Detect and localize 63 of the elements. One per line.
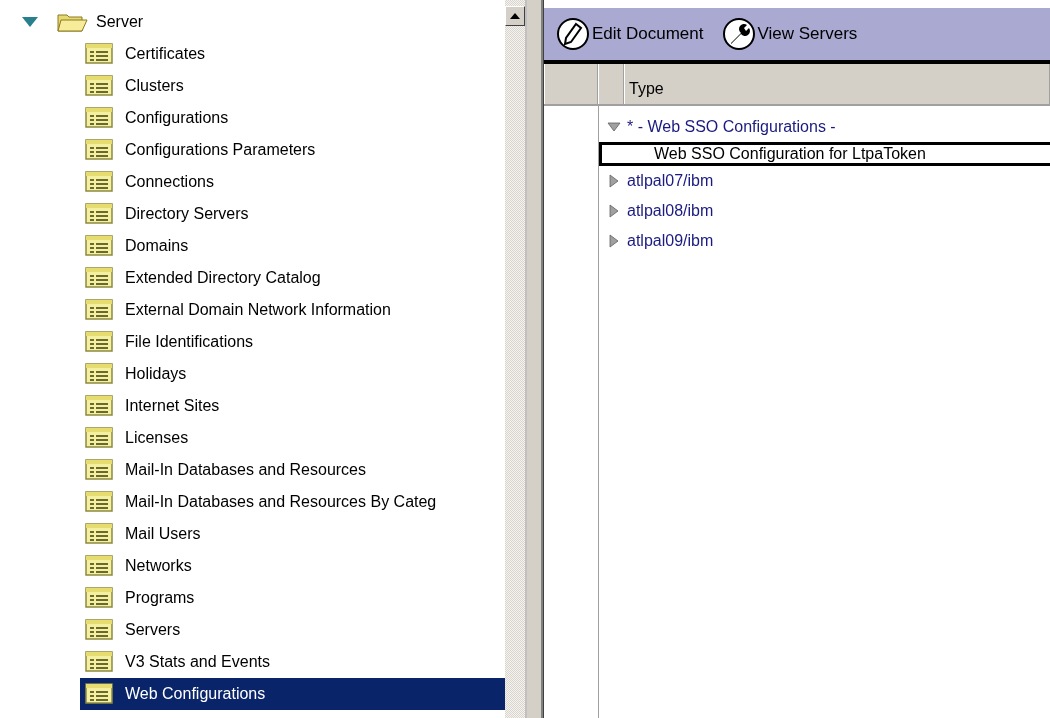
collapsed-triangle-icon[interactable] [607, 234, 621, 248]
column-header[interactable]: Type [629, 80, 664, 98]
tree-item[interactable]: Holidays [80, 358, 505, 390]
view-icon [85, 363, 115, 385]
collapsed-triangle-icon[interactable] [607, 174, 621, 188]
tree-item[interactable]: Licenses [80, 422, 505, 454]
view-icon [85, 203, 115, 225]
tree-item[interactable]: V3 Stats and Events [80, 646, 505, 678]
tree-item[interactable]: External Domain Network Information [80, 294, 505, 326]
expanded-triangle-icon[interactable] [20, 15, 40, 29]
tree-item[interactable]: Configurations [80, 102, 505, 134]
scrollbar[interactable] [505, 0, 525, 718]
tree-item[interactable]: Directory Servers [80, 198, 505, 230]
tree-item[interactable]: Mail Users [80, 518, 505, 550]
document-row[interactable]: Web SSO Configuration for LtpaToken [599, 142, 1050, 166]
tree-item[interactable]: Certificates [80, 38, 505, 70]
view-icon [85, 139, 115, 161]
tree-item[interactable]: Mail-In Databases and Resources [80, 454, 505, 486]
tree-item[interactable]: Configurations Parameters [80, 134, 505, 166]
tree-item[interactable]: Mail-In Databases and Resources By Categ [80, 486, 505, 518]
tree-item[interactable]: Clusters [80, 70, 505, 102]
view-icon [85, 619, 115, 641]
category-row[interactable]: atlpal09/ibm [627, 232, 714, 250]
view-icon [85, 491, 115, 513]
wrench-icon [721, 17, 756, 51]
tree-item[interactable]: Connections [80, 166, 505, 198]
tree-item[interactable]: Internet Sites [80, 390, 505, 422]
tree-item[interactable]: Programs [80, 582, 505, 614]
tree-item[interactable]: Extended Directory Catalog [80, 262, 505, 294]
action-button[interactable]: View Servers [721, 17, 858, 51]
tree-item[interactable]: Web Configurations [80, 678, 505, 710]
view-icon [85, 235, 115, 257]
view-icon [85, 683, 115, 705]
view-icon [85, 523, 115, 545]
view-icon [85, 331, 115, 353]
category-row[interactable]: atlpal07/ibm [627, 172, 714, 190]
view-icon [85, 587, 115, 609]
scroll-up-button[interactable] [505, 6, 525, 26]
collapsed-triangle-icon[interactable] [607, 204, 621, 218]
view-icon [85, 43, 115, 65]
view-icon [85, 427, 115, 449]
view-icon [85, 171, 115, 193]
view-icon [85, 75, 115, 97]
view-icon [85, 299, 115, 321]
view-icon [85, 267, 115, 289]
tree-item[interactable]: Domains [80, 230, 505, 262]
tree-item[interactable]: Server [96, 13, 144, 31]
tree-item[interactable]: File Identifications [80, 326, 505, 358]
view-icon [85, 555, 115, 577]
tree-item[interactable]: Networks [80, 550, 505, 582]
empty-column-header[interactable] [598, 64, 624, 104]
action-button[interactable]: Edit Document [556, 17, 704, 51]
tree-item[interactable]: Servers [80, 614, 505, 646]
view-icon [85, 107, 115, 129]
category-row[interactable]: atlpal08/ibm [627, 202, 714, 220]
view-icon [85, 395, 115, 417]
folder-icon [56, 11, 88, 33]
expanded-triangle-icon[interactable] [607, 120, 621, 134]
up-arrow-icon [510, 13, 520, 19]
pencil-icon [556, 17, 590, 51]
view-icon [85, 651, 115, 673]
view-icon [85, 459, 115, 481]
category-row[interactable]: * - Web SSO Configurations - [627, 118, 836, 136]
